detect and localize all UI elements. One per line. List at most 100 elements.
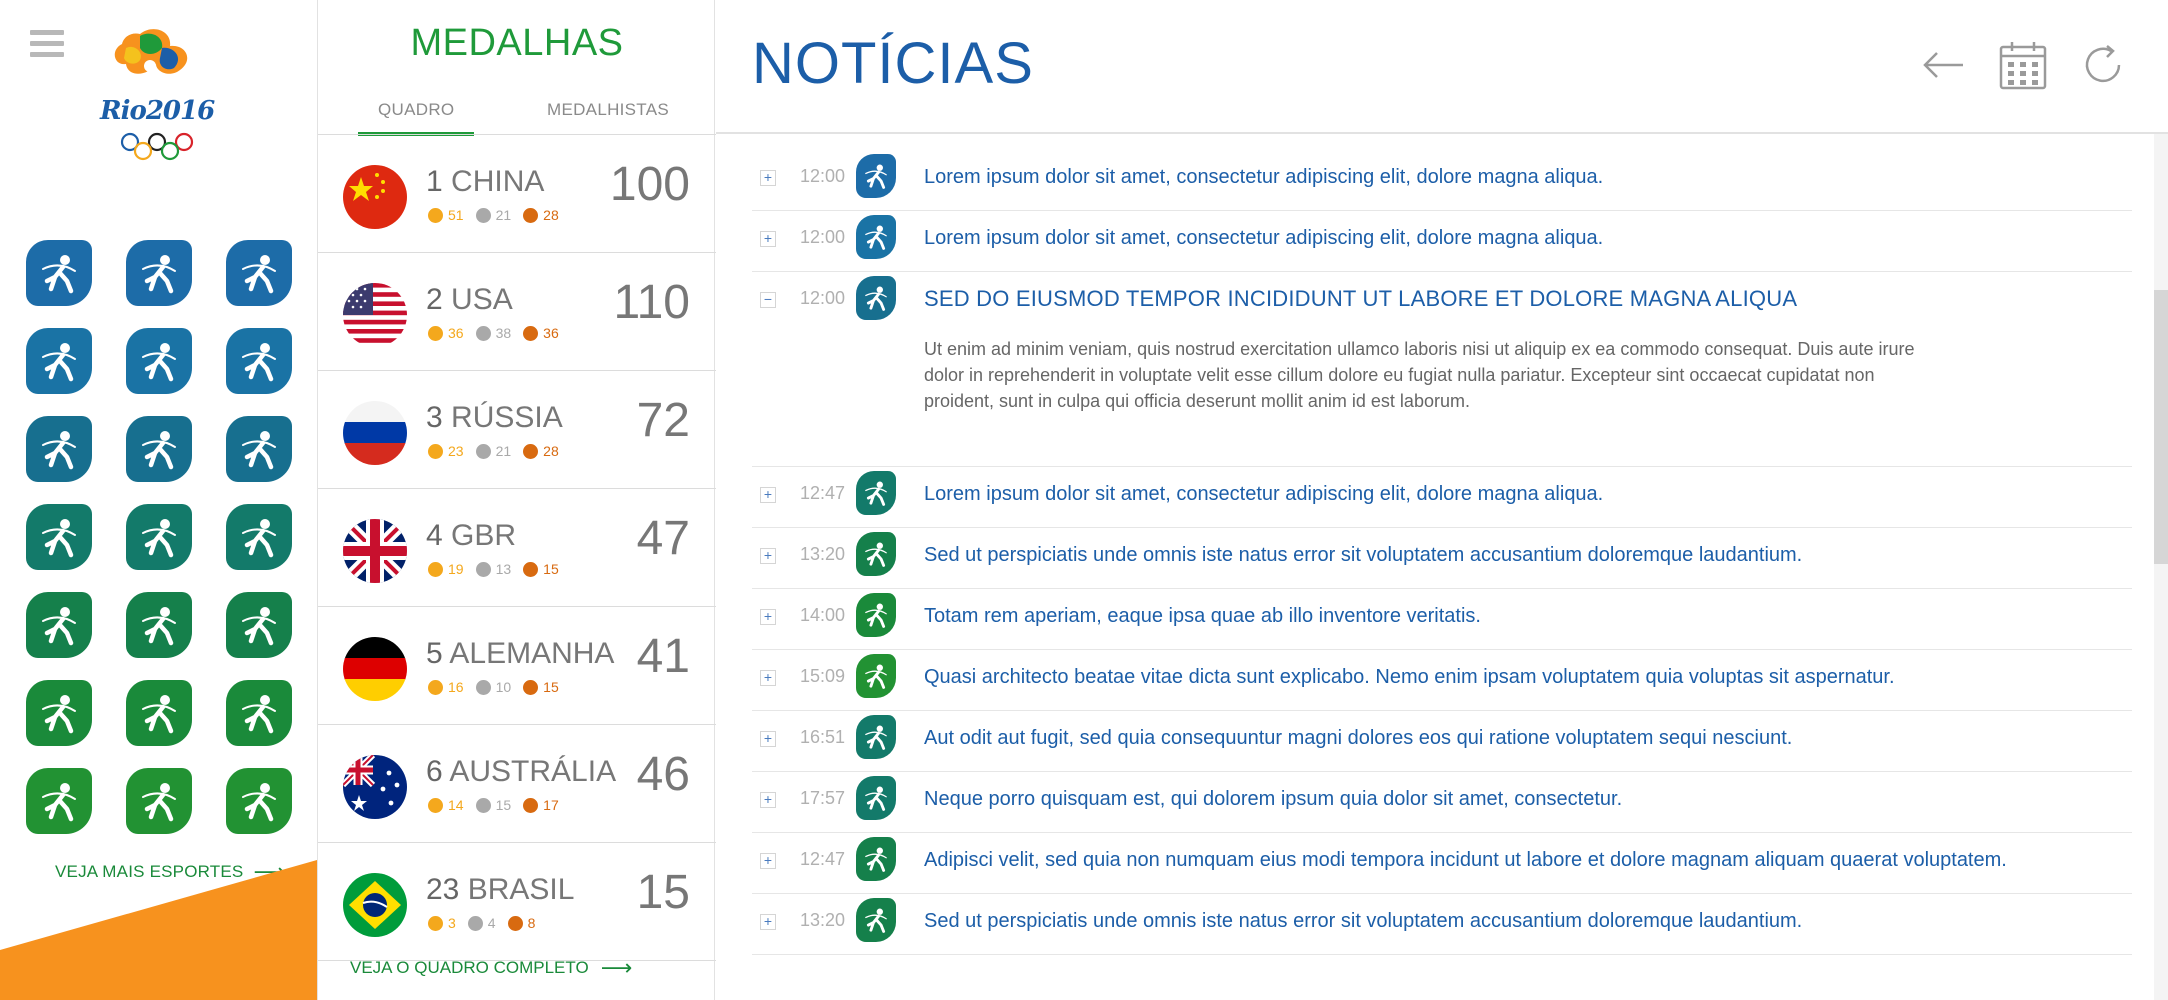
news-time: 16:51 bbox=[800, 727, 846, 747]
arrow-right-icon: ⟶ bbox=[600, 955, 633, 980]
expand-icon[interactable]: + bbox=[760, 670, 776, 686]
full-table-label: VEJA O QUADRO COMPLETO bbox=[350, 958, 589, 977]
news-headline[interactable]: Totam rem aperiam, eaque ipsa quae ab il… bbox=[924, 605, 1481, 628]
silver-medal-icon bbox=[475, 443, 491, 459]
taekwondo-icon[interactable] bbox=[226, 680, 292, 746]
synchronized-swimming-icon[interactable] bbox=[226, 416, 292, 482]
news-headline[interactable]: Lorem ipsum dolor sit amet, consectetur … bbox=[924, 227, 1603, 250]
news-headline[interactable]: Aut odit aut fugit, sed quia consequuntu… bbox=[924, 727, 1792, 750]
news-item[interactable]: +13:20 Sed ut perspiciatis unde omnis ist… bbox=[752, 528, 2132, 589]
sport-icon bbox=[856, 837, 896, 881]
swimming-icon[interactable] bbox=[26, 416, 92, 482]
news-item[interactable]: +12:47 Adipisci velit, sed quia non numqu… bbox=[752, 833, 2132, 894]
gold-value: 16 bbox=[448, 679, 464, 695]
news-item[interactable]: +16:51 Aut odit aut fugit, sed quia conse… bbox=[752, 711, 2132, 772]
country-label: AUSTRÁLIA bbox=[449, 755, 617, 788]
medal-total: 110 bbox=[613, 276, 690, 329]
rhythmic-gymnastics-icon[interactable] bbox=[26, 504, 92, 570]
sport-icon bbox=[856, 215, 896, 259]
hockey-icon[interactable] bbox=[26, 592, 92, 658]
collapse-icon[interactable]: − bbox=[760, 292, 776, 308]
silver-value: 10 bbox=[495, 679, 512, 695]
volleyball-icon[interactable] bbox=[226, 240, 292, 306]
football-icon[interactable] bbox=[126, 768, 192, 834]
news-headline[interactable]: Neque porro quisquam est, qui dolorem ip… bbox=[924, 788, 1622, 811]
bronze-count: 28 bbox=[523, 443, 559, 459]
cycling-mountain-bike-icon[interactable] bbox=[26, 328, 92, 394]
menu-icon[interactable] bbox=[30, 30, 64, 60]
country-rank: 1 bbox=[426, 165, 443, 198]
gold-value: 3 bbox=[448, 915, 456, 931]
expand-icon[interactable]: + bbox=[760, 170, 776, 186]
expand-icon[interactable]: + bbox=[760, 231, 776, 247]
golf-icon[interactable] bbox=[226, 504, 292, 570]
tab-quadro[interactable]: QUADRO bbox=[378, 100, 454, 120]
arrow-left-icon[interactable] bbox=[1918, 40, 1968, 90]
expand-icon[interactable]: + bbox=[760, 914, 776, 930]
news-item[interactable]: +12:00 Lorem ipsum dolor sit amet, consec… bbox=[752, 211, 2132, 272]
news-headline[interactable]: Adipisci velit, sed quia non numquam eiu… bbox=[924, 849, 2007, 872]
handball-icon[interactable] bbox=[126, 592, 192, 658]
medal-counts: 16 10 15 bbox=[428, 679, 559, 695]
gold-medal-icon bbox=[428, 915, 443, 931]
gold-count: 3 bbox=[428, 915, 456, 931]
water-polo-icon[interactable] bbox=[126, 416, 192, 482]
rowing-icon[interactable] bbox=[26, 680, 92, 746]
medal-table-row[interactable]: 3 RÚSSIA 23 21 28 72 bbox=[318, 371, 716, 489]
expand-icon[interactable]: + bbox=[760, 548, 776, 564]
country-name: 2 USA bbox=[426, 283, 513, 317]
flag-usa-icon bbox=[343, 283, 407, 347]
tab-medalhistas[interactable]: MEDALHISTAS bbox=[547, 100, 669, 120]
news-item[interactable]: +13:20 Sed ut perspiciatis unde omnis ist… bbox=[752, 894, 2132, 955]
news-item[interactable]: +12:47 Lorem ipsum dolor sit amet, consec… bbox=[752, 467, 2132, 528]
trampoline-icon[interactable] bbox=[126, 504, 192, 570]
news-headline[interactable]: SED DO EIUSMOD TEMPOR INCIDIDUNT UT LABO… bbox=[924, 286, 1797, 312]
expand-icon[interactable]: + bbox=[760, 487, 776, 503]
news-headline[interactable]: Sed ut perspiciatis unde omnis iste natu… bbox=[924, 544, 1802, 567]
expand-icon[interactable]: + bbox=[760, 792, 776, 808]
silver-value: 38 bbox=[495, 325, 512, 341]
expand-icon[interactable]: + bbox=[760, 853, 776, 869]
news-item[interactable]: − 12:00 SED DO EIUSMOD TEMPOR INCIDIDUNT U… bbox=[752, 272, 2132, 467]
news-headline[interactable]: Sed ut perspiciatis unde omnis iste natu… bbox=[924, 910, 1802, 933]
bronze-count: 15 bbox=[523, 561, 559, 577]
wheelchair-icon[interactable] bbox=[226, 592, 292, 658]
scrollbar-track[interactable] bbox=[2154, 134, 2168, 1000]
canoe-slalom-icon[interactable] bbox=[26, 240, 92, 306]
fencing-icon[interactable] bbox=[26, 768, 92, 834]
country-rank: 6 bbox=[426, 755, 443, 788]
country-name: 23 BRASIL bbox=[426, 873, 574, 907]
cycling-track-icon[interactable] bbox=[226, 328, 292, 394]
news-item[interactable]: +12:00 Lorem ipsum dolor sit amet, consec… bbox=[752, 150, 2132, 211]
medal-table-row[interactable]: 5 ALEMANHA 16 10 15 41 bbox=[318, 607, 716, 725]
news-item[interactable]: +15:09 Quasi architecto beatae vitae dict… bbox=[752, 650, 2132, 711]
sport-icon bbox=[856, 776, 896, 820]
country-rank: 3 bbox=[426, 401, 443, 434]
news-headline[interactable]: Lorem ipsum dolor sit amet, consectetur … bbox=[924, 483, 1603, 506]
cycling-road-icon[interactable] bbox=[126, 328, 192, 394]
sailing-icon[interactable] bbox=[226, 768, 292, 834]
expand-icon[interactable]: + bbox=[760, 609, 776, 625]
full-table-link[interactable]: VEJA O QUADRO COMPLETO ⟶ bbox=[350, 955, 633, 980]
expand-icon[interactable]: + bbox=[760, 731, 776, 747]
news-headline[interactable]: Quasi architecto beatae vitae dicta sunt… bbox=[924, 666, 1895, 689]
calendar-icon[interactable] bbox=[1998, 40, 2048, 90]
medal-table-row[interactable]: 4 GBR 19 13 15 47 bbox=[318, 489, 716, 607]
silver-count: 21 bbox=[475, 207, 512, 223]
medal-table-row[interactable]: 23 BRASIL 3 4 8 15 bbox=[318, 843, 716, 961]
gold-value: 51 bbox=[448, 207, 464, 223]
medal-table-row[interactable]: 2 USA 36 38 36 110 bbox=[318, 253, 716, 371]
medal-table-row[interactable]: 1 CHINA 51 21 28 100 bbox=[318, 135, 716, 253]
news-headline[interactable]: Lorem ipsum dolor sit amet, consectetur … bbox=[924, 166, 1603, 189]
silver-value: 21 bbox=[495, 207, 512, 223]
medal-table-row[interactable]: 6 AUSTRÁLIA 14 15 17 46 bbox=[318, 725, 716, 843]
badminton-icon[interactable] bbox=[126, 240, 192, 306]
news-item[interactable]: +17:57 Neque porro quisquam est, qui dolo… bbox=[752, 772, 2132, 833]
gold-medal-icon bbox=[428, 207, 443, 223]
medals-panel: MEDALHAS QUADRO MEDALHISTAS 1 CHINA 51 21 2… bbox=[317, 0, 716, 1000]
scrollbar-thumb[interactable] bbox=[2154, 290, 2168, 564]
rio2016-logo[interactable]: Rio2016 bbox=[100, 26, 215, 166]
news-item[interactable]: +14:00 Totam rem aperiam, eaque ipsa quae… bbox=[752, 589, 2132, 650]
rugby-icon[interactable] bbox=[126, 680, 192, 746]
refresh-icon[interactable] bbox=[2078, 40, 2128, 90]
